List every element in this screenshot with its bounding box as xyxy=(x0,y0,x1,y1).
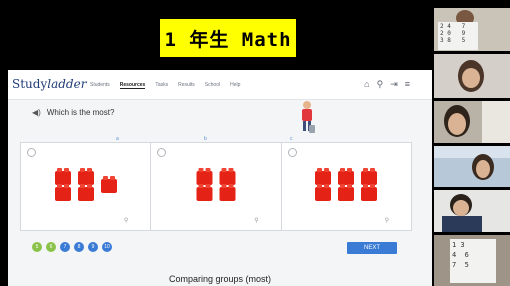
participant-video-tile[interactable] xyxy=(434,101,510,143)
participant-video-tile[interactable]: 2 4 7 2 0 9 3 8 5 xyxy=(434,8,510,51)
zoom-icon[interactable]: ⚲ xyxy=(254,217,258,224)
page-dot[interactable]: 8 xyxy=(74,242,84,252)
top-nav: Studyladder Students Resources Tasks Res… xyxy=(8,70,432,100)
studyladder-window: Studyladder Students Resources Tasks Res… xyxy=(8,70,432,286)
participant-video-tile[interactable] xyxy=(434,190,510,232)
question-row: ◀) Which is the most? xyxy=(32,108,114,117)
nav-icons: ⌂ ⚲ ⇥ ≡ xyxy=(364,79,410,90)
nav-item-help[interactable]: Help xyxy=(230,82,240,89)
choice-card[interactable]: ⚲ xyxy=(282,143,411,230)
brick-icon xyxy=(361,184,378,201)
nav-links: Students Resources Tasks Results School … xyxy=(90,82,240,89)
brick-group xyxy=(54,168,117,201)
participant-video-strip: 2 4 7 2 0 9 3 8 5 1 3 4 6 7 5 xyxy=(434,8,510,286)
brick-icon xyxy=(54,184,71,201)
speaker-icon[interactable]: ◀) xyxy=(32,108,41,117)
page-dot[interactable]: 9 xyxy=(88,242,98,252)
choice-radio[interactable] xyxy=(287,148,297,157)
brick-icon xyxy=(77,168,94,185)
choice-cards: ⚲ ⚲ ⚲ xyxy=(20,142,412,231)
brick-icon xyxy=(77,184,94,201)
logo-text-italic: ladder xyxy=(47,77,87,91)
class-title-banner: 1 年生 Math xyxy=(160,19,296,57)
page-dot-done[interactable]: 5 xyxy=(32,242,42,252)
logout-icon[interactable]: ⇥ xyxy=(390,79,398,90)
brick-icon xyxy=(219,168,236,185)
home-icon[interactable]: ⌂ xyxy=(364,79,369,90)
choice-card[interactable]: ⚲ xyxy=(151,143,282,230)
brick-icon xyxy=(54,168,71,185)
brick-group xyxy=(315,168,378,201)
brick-icon xyxy=(196,168,213,185)
nav-item-students[interactable]: Students xyxy=(90,82,110,89)
question-pagination: 5 6 7 8 9 10 xyxy=(32,242,112,252)
nav-item-tasks[interactable]: Tasks xyxy=(155,82,168,89)
student-worksheet: 1 3 4 6 7 5 xyxy=(450,239,496,283)
student-worksheet: 2 4 7 2 0 9 3 8 5 xyxy=(438,22,478,50)
activity-title: Comparing groups (most) xyxy=(168,274,272,284)
choice-radio[interactable] xyxy=(27,148,36,157)
logo-text: Study xyxy=(12,77,48,91)
brick-icon xyxy=(315,184,332,201)
page-dot[interactable]: 7 xyxy=(60,242,70,252)
zoom-icon[interactable]: ⚲ xyxy=(385,217,389,224)
page-dot[interactable]: 10 xyxy=(102,242,112,252)
brick-icon xyxy=(338,184,355,201)
brick-group xyxy=(196,168,236,201)
nav-item-school[interactable]: School xyxy=(205,82,220,89)
choice-card[interactable]: ⚲ xyxy=(21,143,152,230)
question-text: Which is the most? xyxy=(46,108,115,117)
brick-icon xyxy=(100,176,117,193)
studyladder-logo[interactable]: Studyladder xyxy=(12,77,86,91)
nav-item-results[interactable]: Results xyxy=(178,82,195,89)
menu-icon[interactable]: ≡ xyxy=(405,79,410,90)
participant-video-tile[interactable]: 1 3 4 6 7 5 xyxy=(434,235,510,286)
participant-video-tile[interactable] xyxy=(434,146,510,187)
participant-video-tile[interactable] xyxy=(434,54,510,98)
page-dot-done[interactable]: 6 xyxy=(46,242,56,252)
brick-icon xyxy=(219,184,236,201)
brick-icon xyxy=(361,168,378,185)
brick-icon xyxy=(315,168,332,185)
brick-icon xyxy=(338,168,355,185)
choice-radio[interactable] xyxy=(157,148,167,157)
mascot-icon xyxy=(302,101,315,133)
nav-item-resources[interactable]: Resources xyxy=(119,82,146,89)
zoom-icon[interactable]: ⚲ xyxy=(124,217,128,224)
next-button[interactable]: NEXT xyxy=(347,242,397,254)
brick-icon xyxy=(196,184,213,201)
search-icon[interactable]: ⚲ xyxy=(377,79,384,90)
